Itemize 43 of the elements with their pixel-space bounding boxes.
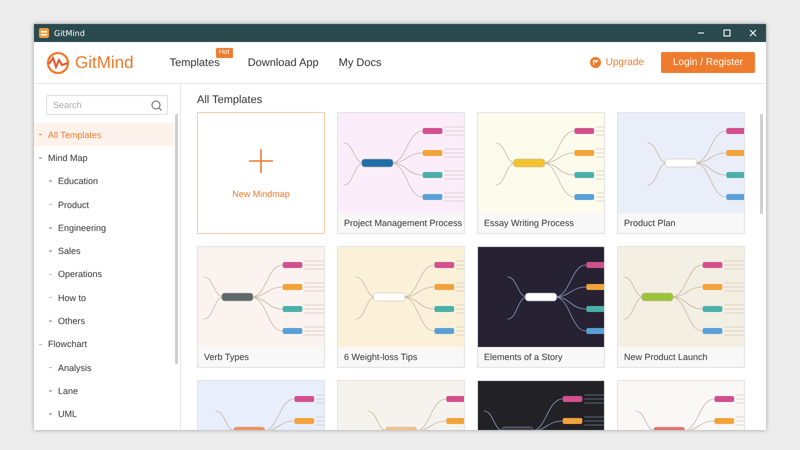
sidebar-item[interactable]: Flowchart [34, 332, 174, 356]
search-icon[interactable] [151, 100, 162, 110]
search-field[interactable]: Search [46, 95, 168, 115]
sidebar-item[interactable]: Education [34, 170, 174, 193]
sidebar-item[interactable]: Product [34, 192, 174, 216]
template-title: 6 Weight-loss Tips [338, 347, 464, 367]
app-icon [39, 28, 49, 38]
template-title: Essay Writing Process [478, 213, 604, 233]
sidebar-item[interactable]: How to [34, 286, 174, 310]
template-title: New Product Launch [618, 347, 744, 367]
upgrade-icon [590, 57, 601, 68]
sidebar-item[interactable]: Operations [34, 262, 174, 286]
template-card[interactable]: Elements of a Story [477, 246, 605, 368]
section-heading: All Templates [197, 94, 264, 106]
template-card[interactable]: Product Plan [617, 112, 745, 234]
sidebar-item[interactable]: Mind Map [34, 146, 174, 170]
nav-link[interactable]: Templates [170, 56, 220, 68]
nav-link[interactable]: My Docs [338, 56, 382, 68]
template-card[interactable]: Essay Writing Process [477, 112, 605, 234]
logo-icon [46, 50, 70, 74]
template-title: Elements of a Story [478, 347, 604, 367]
template-title: Product Plan [618, 213, 744, 233]
template-card[interactable]: Project Management Process [337, 112, 465, 234]
sidebar-item[interactable]: Lane [34, 379, 174, 403]
logo-text: GitMind [75, 52, 134, 72]
template-card[interactable]: Verb Types [197, 246, 325, 368]
template-title: Project Management Process [338, 213, 464, 233]
template-title: Verb Types [198, 347, 324, 367]
template-card[interactable]: 6 Weight-loss Tips [337, 246, 465, 368]
scrollbar[interactable] [760, 114, 763, 214]
sidebar-item[interactable]: UML [34, 402, 174, 426]
sidebar-item[interactable]: Others [34, 309, 174, 333]
sidebar-item[interactable]: Sales [34, 239, 174, 263]
sidebar-item[interactable]: Analysis [34, 356, 174, 380]
nav-link[interactable]: Download App [248, 56, 319, 68]
plus-icon [247, 147, 275, 175]
window-title: GitMind [54, 28, 85, 38]
maximize-icon[interactable] [722, 28, 732, 38]
close-icon[interactable] [748, 28, 758, 38]
new-mindmap-label: New Mindmap [232, 189, 290, 199]
scrollbar[interactable] [175, 114, 178, 364]
sidebar-item[interactable]: Engineering [34, 216, 174, 240]
template-card[interactable]: New Product Launch [617, 246, 745, 368]
